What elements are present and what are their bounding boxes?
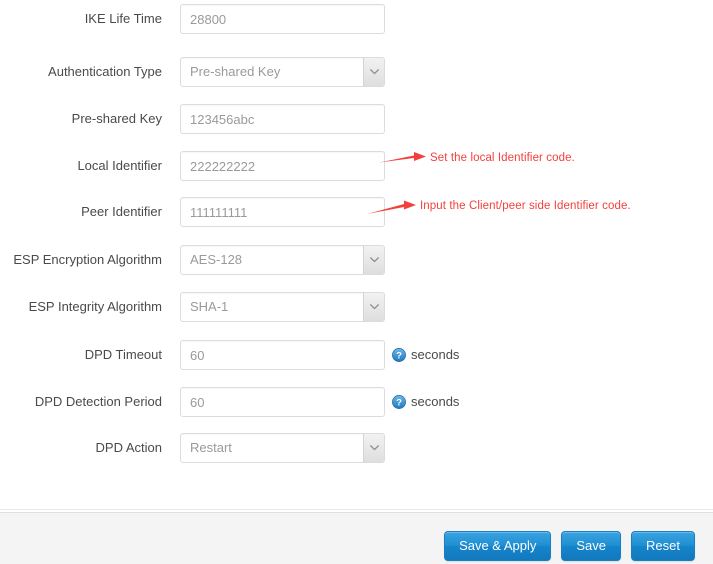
label-dpd-action: DPD Action: [95, 440, 162, 455]
form-row-dpd-action: DPD Action Restart: [0, 433, 713, 463]
reset-button[interactable]: Reset: [631, 531, 695, 561]
input-dpd-timeout[interactable]: [180, 340, 385, 370]
svg-text:?: ?: [396, 350, 402, 361]
select-value-esp-integrity-algorithm: SHA-1: [190, 299, 229, 314]
control-esp-encryption-algorithm: AES-128: [180, 245, 385, 275]
select-dpd-action[interactable]: Restart: [180, 433, 385, 463]
label-dpd-timeout: DPD Timeout: [84, 347, 162, 362]
unit-label-dpd-detection-period: seconds: [411, 394, 460, 409]
chevron-down-icon[interactable]: [363, 293, 384, 321]
input-pre-shared-key[interactable]: [180, 104, 385, 134]
help-icon[interactable]: ?: [392, 395, 406, 409]
form-row-esp-integrity-algorithm: ESP Integrity Algorithm SHA-1: [0, 292, 713, 322]
input-peer-identifier[interactable]: [180, 197, 385, 227]
annotation-peer-identifier: Input the Client/peer side Identifier co…: [420, 200, 631, 212]
control-pre-shared-key: [180, 104, 385, 134]
form-row-authentication-type: Authentication Type Pre-shared Key: [0, 57, 713, 87]
chevron-down-icon[interactable]: [363, 58, 384, 86]
input-local-identifier[interactable]: [180, 151, 385, 181]
chevron-down-icon[interactable]: [363, 246, 384, 274]
label-pre-shared-key: Pre-shared Key: [71, 111, 162, 126]
footer-divider: [0, 509, 713, 510]
footer-bar: Save & Apply Save Reset: [0, 512, 713, 564]
save-and-apply-button[interactable]: Save & Apply: [444, 531, 552, 561]
unit-group-dpd-detection-period: ? seconds: [392, 387, 459, 417]
select-authentication-type[interactable]: Pre-shared Key: [180, 57, 385, 87]
form-row-ike-life-time: IKE Life Time: [0, 4, 713, 34]
select-esp-encryption-algorithm[interactable]: AES-128: [180, 245, 385, 275]
unit-group-dpd-timeout: ? seconds: [392, 340, 459, 370]
input-ike-life-time[interactable]: [180, 4, 385, 34]
select-value-dpd-action: Restart: [190, 440, 232, 455]
annotation-arrow-right-icon: [367, 200, 416, 214]
control-local-identifier: [180, 151, 385, 181]
unit-label-dpd-timeout: seconds: [411, 347, 460, 362]
svg-text:?: ?: [396, 397, 402, 408]
select-value-authentication-type: Pre-shared Key: [190, 64, 281, 79]
label-ike-life-time: IKE Life Time: [84, 11, 162, 26]
select-box[interactable]: Restart: [180, 433, 385, 463]
form-row-esp-encryption-algorithm: ESP Encryption Algorithm AES-128: [0, 245, 713, 275]
save-button[interactable]: Save: [561, 531, 622, 561]
control-dpd-detection-period: [180, 387, 385, 417]
annotation-local-identifier: Set the local Identifier code.: [430, 152, 575, 164]
form-row-local-identifier: Local Identifier: [0, 151, 713, 181]
label-peer-identifier: Peer Identifier: [81, 204, 162, 219]
vpn-settings-form: IKE Life Time Authentication Type Pre-sh…: [0, 0, 713, 512]
control-authentication-type: Pre-shared Key: [180, 57, 385, 87]
control-peer-identifier: [180, 197, 385, 227]
label-authentication-type: Authentication Type: [48, 64, 162, 79]
help-icon[interactable]: ?: [392, 348, 406, 362]
form-row-dpd-timeout: DPD Timeout ? seconds: [0, 340, 713, 370]
control-dpd-action: Restart: [180, 433, 385, 463]
select-esp-integrity-algorithm[interactable]: SHA-1: [180, 292, 385, 322]
select-box[interactable]: AES-128: [180, 245, 385, 275]
control-ike-life-time: [180, 4, 385, 34]
control-dpd-timeout: [180, 340, 385, 370]
label-esp-encryption-algorithm: ESP Encryption Algorithm: [13, 252, 162, 267]
footer-button-group: Save & Apply Save Reset: [444, 531, 695, 561]
select-value-esp-encryption-algorithm: AES-128: [190, 252, 243, 267]
annotation-arrow-right-icon: [379, 152, 426, 163]
form-row-dpd-detection-period: DPD Detection Period ? seconds: [0, 387, 713, 417]
form-row-pre-shared-key: Pre-shared Key: [0, 104, 713, 134]
label-local-identifier: Local Identifier: [77, 158, 162, 173]
input-dpd-detection-period[interactable]: [180, 387, 385, 417]
select-box[interactable]: SHA-1: [180, 292, 385, 322]
chevron-down-icon[interactable]: [363, 434, 384, 462]
label-dpd-detection-period: DPD Detection Period: [34, 394, 162, 409]
control-esp-integrity-algorithm: SHA-1: [180, 292, 385, 322]
label-esp-integrity-algorithm: ESP Integrity Algorithm: [28, 299, 162, 314]
select-box[interactable]: Pre-shared Key: [180, 57, 385, 87]
